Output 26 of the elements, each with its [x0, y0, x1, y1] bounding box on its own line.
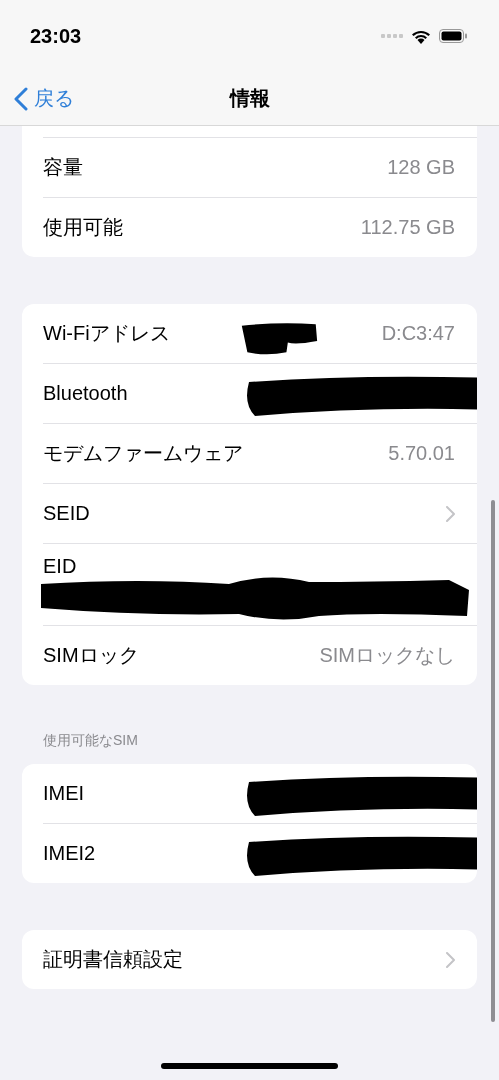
- row-value: 128 GB: [387, 156, 455, 179]
- section-header: 使用可能なSIM: [43, 732, 139, 750]
- row-label: Wi-Fiアドレス: [43, 321, 170, 346]
- row-value: D:C3:47: [381, 322, 455, 345]
- chevron-left-icon: [14, 86, 28, 111]
- row-value: 5.70.01: [388, 442, 455, 465]
- signal-icon: [381, 34, 403, 38]
- nav-title: 情報: [229, 86, 270, 111]
- chevron-icon: [446, 505, 455, 522]
- battery-icon: [439, 29, 467, 43]
- row-label: IMEI: [43, 782, 85, 805]
- row-label: モデムファームウェア: [43, 441, 243, 466]
- row-value: 112.75 GB: [360, 216, 455, 239]
- back-button[interactable]: 戻る: [10, 72, 78, 125]
- row-label: IMEI2: [43, 842, 96, 865]
- row-label: Bluetooth: [43, 382, 128, 405]
- row-value: SIMロックなし: [319, 643, 455, 668]
- wifi-icon: [411, 28, 431, 44]
- row-label: 使用可能: [43, 215, 123, 240]
- chevron-icon: [446, 951, 455, 968]
- row-label: SIMロック: [43, 643, 139, 668]
- status-time: 23:03: [30, 24, 82, 48]
- row-label: 容量: [43, 155, 83, 180]
- row-label: 証明書信頼設定: [43, 947, 183, 972]
- row-label: SEID: [43, 502, 90, 525]
- row-label: EID: [43, 555, 77, 578]
